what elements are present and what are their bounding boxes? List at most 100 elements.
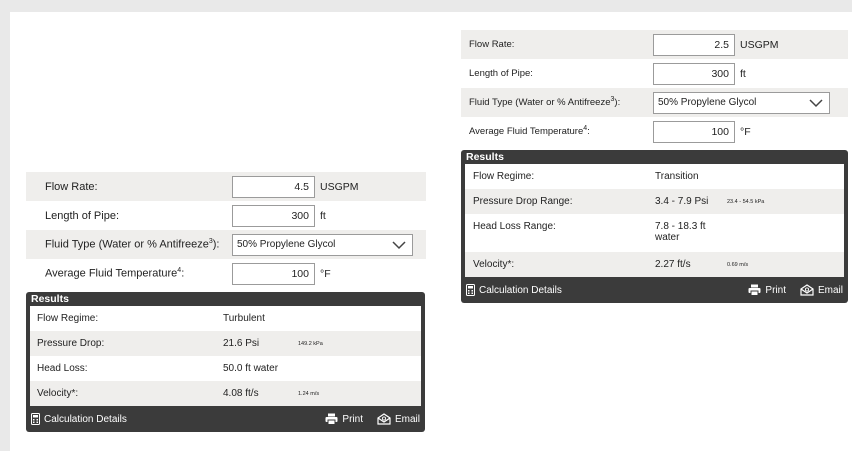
result-row: Velocity*: 4.08 ft/s 1.24 m/s xyxy=(30,381,421,406)
velocity-label: Velocity*: xyxy=(37,388,79,399)
fluid-type-label-text: Fluid Type (Water or % Antifreeze xyxy=(469,97,611,109)
fluid-type-label-suffix: ): xyxy=(212,238,220,251)
fluid-type-value: 50% Propylene Glycol xyxy=(237,239,336,250)
email-label: Email xyxy=(394,413,420,425)
flow-regime-label: Flow Regime: xyxy=(473,171,535,182)
flow-rate-unit: USGPM xyxy=(320,180,359,193)
flow-rate-label: Flow Rate: xyxy=(469,39,515,50)
temperature-label-suffix: : xyxy=(181,267,185,280)
printer-icon xyxy=(748,284,761,296)
flow-rate-row: Flow Rate: USGPM xyxy=(461,30,848,59)
fluid-type-select[interactable]: 50% Propylene Glycol xyxy=(232,233,413,256)
flow-rate-input[interactable] xyxy=(232,175,315,198)
result-row: Velocity*: 2.27 ft/s 0.69 m/s xyxy=(465,252,844,277)
temperature-input[interactable] xyxy=(653,120,735,143)
result-row: Pressure Drop Range: 3.4 - 7.9 Psi 23.4 … xyxy=(465,189,844,214)
fluid-type-value: 50% Propylene Glycol xyxy=(658,97,757,108)
pipe-length-label: Length of Pipe: xyxy=(469,68,533,79)
temperature-label-text: Average Fluid Temperature xyxy=(45,267,178,280)
print-label: Print xyxy=(342,413,363,425)
flow-rate-row: Flow Rate: USGPM xyxy=(26,172,426,201)
results-body: Flow Regime: Turbulent Pressure Drop: 21… xyxy=(30,306,421,406)
velocity-metric: 1.24 m/s xyxy=(298,390,320,397)
email-label: Email xyxy=(817,284,843,296)
calculation-details-button[interactable]: Calculation Details xyxy=(466,284,562,296)
results-heading: Results xyxy=(31,293,69,305)
head-loss-value: 50.0 ft water xyxy=(223,363,279,374)
pipe-length-unit: ft xyxy=(740,67,746,80)
temperature-row: Average Fluid Temperature4: °F xyxy=(26,259,426,288)
pipe-length-row: Length of Pipe: ft xyxy=(461,59,848,88)
calculator-icon xyxy=(466,284,475,296)
fluid-type-select[interactable]: 50% Propylene Glycol xyxy=(653,91,830,114)
results-panel: Results Flow Regime: Transition Pressure… xyxy=(461,150,848,303)
velocity-value: 2.27 ft/s xyxy=(655,259,691,270)
email-button[interactable]: Email xyxy=(800,284,843,296)
temperature-row: Average Fluid Temperature4: °F xyxy=(461,117,848,146)
fluid-type-label-suffix: ): xyxy=(614,97,621,109)
chevron-down-icon xyxy=(392,240,406,249)
fluid-type-row: Fluid Type (Water or % Antifreeze3): 50%… xyxy=(461,88,848,117)
email-icon xyxy=(377,413,391,425)
calculator-left: Flow Rate: USGPM Length of Pipe: ft Flui… xyxy=(26,172,426,432)
flow-regime-value: Transition xyxy=(655,171,699,182)
pipe-length-input[interactable] xyxy=(232,204,315,227)
print-button[interactable]: Print xyxy=(325,413,363,425)
pressure-drop-range-metric: 23.4 - 54.5 kPa xyxy=(727,198,765,205)
calculation-details-label: Calculation Details xyxy=(44,413,127,425)
fluid-type-label: Fluid Type (Water or % Antifreeze3): xyxy=(461,96,653,108)
head-loss-label: Head Loss: xyxy=(37,363,88,374)
results-footer: Calculation Details Print Email xyxy=(26,406,425,432)
results-body: Flow Regime: Transition Pressure Drop Ra… xyxy=(465,164,844,277)
flow-rate-unit: USGPM xyxy=(740,38,779,51)
calculation-details-label: Calculation Details xyxy=(479,284,562,296)
temperature-label: Average Fluid Temperature4: xyxy=(461,125,653,137)
result-row: Head Loss Range: 7.8 - 18.3 ft water xyxy=(465,214,844,252)
temperature-label-suffix: : xyxy=(587,126,590,138)
results-footer: Calculation Details Print Email xyxy=(461,277,848,303)
fluid-type-label: Fluid Type (Water or % Antifreeze3): xyxy=(26,238,232,251)
temperature-unit: °F xyxy=(740,125,751,138)
fluid-type-row: Fluid Type (Water or % Antifreeze3): 50%… xyxy=(26,230,426,259)
velocity-label: Velocity*: xyxy=(473,259,515,270)
calculator-icon xyxy=(31,413,40,425)
fluid-type-label-text: Fluid Type (Water or % Antifreeze xyxy=(45,238,209,251)
flow-rate-label: Flow Rate: xyxy=(45,180,98,193)
pressure-drop-value: 21.6 Psi xyxy=(223,338,260,349)
pressure-drop-range-value: 3.4 - 7.9 Psi xyxy=(655,196,709,207)
pipe-length-row: Length of Pipe: ft xyxy=(26,201,426,230)
pipe-length-input[interactable] xyxy=(653,62,735,85)
calculator-right: Flow Rate: USGPM Length of Pipe: ft Flui… xyxy=(461,30,848,303)
printer-icon xyxy=(325,413,338,425)
result-row: Flow Regime: Transition xyxy=(465,164,844,189)
temperature-label-text: Average Fluid Temperature xyxy=(469,126,584,138)
pressure-drop-label: Pressure Drop: xyxy=(37,338,105,349)
chevron-down-icon xyxy=(809,98,823,107)
pressure-drop-range-label: Pressure Drop Range: xyxy=(473,196,573,207)
flow-regime-value: Turbulent xyxy=(223,313,265,324)
print-label: Print xyxy=(765,284,786,296)
email-button[interactable]: Email xyxy=(377,413,420,425)
flow-rate-input[interactable] xyxy=(653,33,735,56)
pipe-length-label: Length of Pipe: xyxy=(45,209,120,222)
head-loss-range-label: Head Loss Range: xyxy=(473,221,556,232)
result-row: Flow Regime: Turbulent xyxy=(30,306,421,331)
velocity-value: 4.08 ft/s xyxy=(223,388,259,399)
temperature-label: Average Fluid Temperature4: xyxy=(26,267,232,280)
calculation-details-button[interactable]: Calculation Details xyxy=(31,413,127,425)
head-loss-range-line1: 7.8 - 18.3 ft xyxy=(655,221,706,232)
email-icon xyxy=(800,284,814,296)
result-row: Head Loss: 50.0 ft water xyxy=(30,356,421,381)
result-row: Pressure Drop: 21.6 Psi 149.2 kPa xyxy=(30,331,421,356)
head-loss-range-line2: water xyxy=(655,232,680,243)
print-button[interactable]: Print xyxy=(748,284,786,296)
pipe-length-unit: ft xyxy=(320,209,326,222)
results-heading: Results xyxy=(466,151,504,163)
pressure-drop-metric: 149.2 kPa xyxy=(298,340,323,347)
results-panel: Results Flow Regime: Turbulent Pressure … xyxy=(26,292,425,432)
temperature-input[interactable] xyxy=(232,262,315,285)
velocity-metric: 0.69 m/s xyxy=(727,261,749,268)
head-loss-range-value: 7.8 - 18.3 ft water xyxy=(655,221,727,243)
flow-regime-label: Flow Regime: xyxy=(37,313,99,324)
temperature-unit: °F xyxy=(320,267,331,280)
